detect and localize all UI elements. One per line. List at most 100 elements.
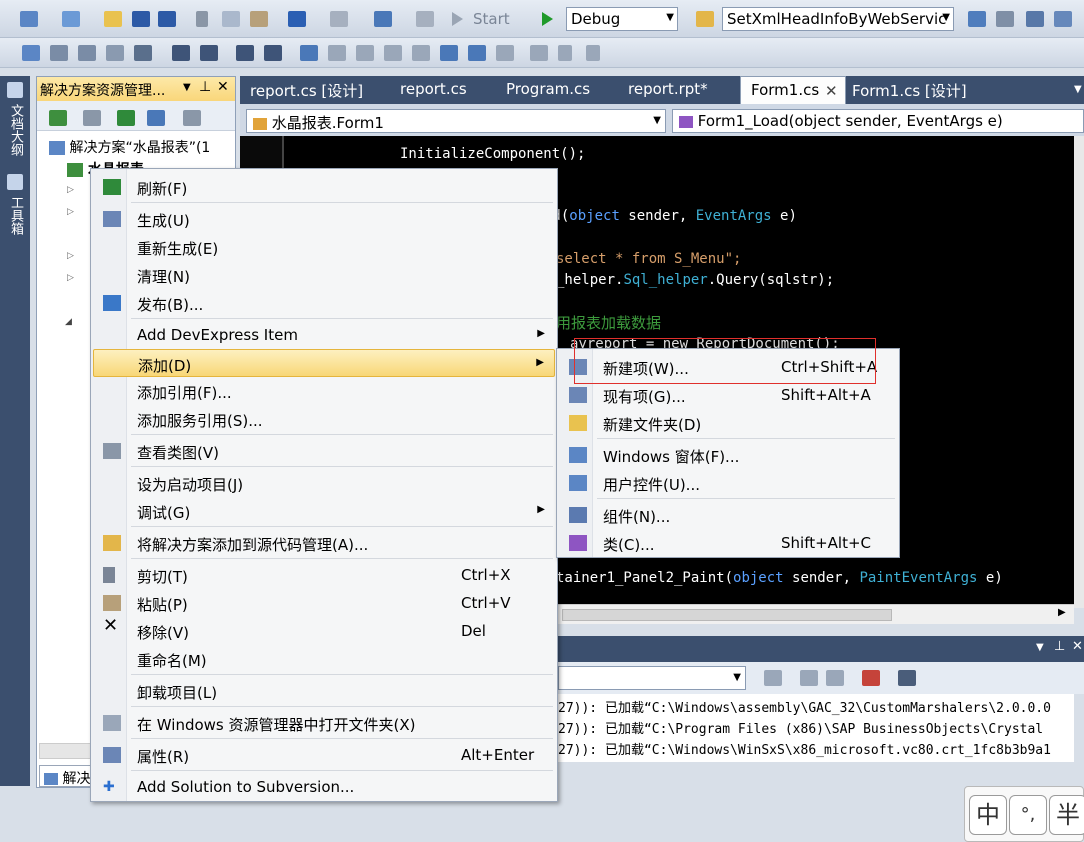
ime-width-button[interactable]: 半 — [1049, 795, 1084, 835]
ime-punctuation-button[interactable]: °, — [1009, 795, 1047, 835]
comment-icon[interactable] — [50, 45, 68, 61]
expand-arrow-icon[interactable]: ▷ — [67, 251, 74, 261]
chevron-down-icon[interactable]: ▼ — [1074, 84, 1082, 95]
tab-report-rpt[interactable]: report.rpt* — [618, 76, 718, 104]
menu-item-add-source-control[interactable]: 将解决方案添加到源代码管理(A)... — [93, 529, 555, 557]
expand-arrow-icon[interactable]: ▷ — [67, 185, 74, 195]
list-icon[interactable] — [134, 45, 152, 61]
member-combo[interactable]: Form1_Load(object sender, EventArgs e) — [672, 109, 1084, 133]
redo-icon[interactable] — [330, 11, 348, 27]
scroll-right-icon[interactable]: ▶ — [1058, 607, 1066, 618]
menu-item-add-devexpress[interactable]: Add DevExpress Item ▶ — [93, 321, 555, 349]
toolbox-icon[interactable] — [1054, 11, 1072, 27]
outdent-icon[interactable] — [200, 45, 218, 61]
chevron-down-icon[interactable]: ▼ — [1036, 642, 1044, 653]
pin-icon[interactable]: ⊥ — [199, 79, 211, 95]
menu-item-refresh[interactable]: 刷新(F) — [93, 173, 555, 201]
open-file-icon[interactable] — [104, 11, 122, 27]
menu-item-open-folder[interactable]: 在 Windows 资源管理器中打开文件夹(X) — [93, 709, 555, 737]
menu-item-add-service-reference[interactable]: 添加服务引用(S)... — [93, 405, 555, 433]
prev-file-bookmark-icon[interactable] — [440, 45, 458, 61]
document-outline-tab[interactable]: 文档大纲 — [5, 104, 25, 156]
toolbox-tab[interactable]: 工具箱 — [5, 196, 25, 235]
move-up-icon[interactable] — [586, 45, 600, 61]
vertical-scrollbar[interactable] — [1074, 136, 1084, 608]
clear-bookmarks-icon[interactable] — [496, 45, 514, 61]
configuration-select[interactable]: Debug ▼ — [566, 7, 678, 31]
menu-item-properties[interactable]: 属性(R) Alt+Enter — [93, 741, 555, 769]
class-diagram-icon[interactable] — [183, 110, 201, 126]
menu-item-clean[interactable]: 清理(N) — [93, 261, 555, 289]
navigate-forward-icon[interactable] — [416, 11, 434, 27]
output-source-select[interactable]: ▼ — [558, 666, 746, 690]
menu-item-paste[interactable]: 粘贴(P) Ctrl+V — [93, 589, 555, 617]
uncomment-icon[interactable] — [78, 45, 96, 61]
menu-item-add-to-subversion[interactable]: ✚ Add Solution to Subversion... — [93, 773, 555, 801]
find-combo[interactable]: SetXmlHeadInfoByWebServic ▼ — [722, 7, 954, 31]
class-combo[interactable]: 水晶报表.Form1 ▼ — [246, 109, 666, 133]
submenu-item-user-control[interactable]: 用户控件(U)... — [559, 469, 897, 497]
expand-arrow-icon[interactable]: ▷ — [67, 207, 74, 217]
solution-node[interactable]: 解决方案“水晶报表”(1 — [49, 137, 210, 157]
undo-icon[interactable] — [288, 11, 306, 27]
navigate-back-icon[interactable] — [374, 11, 392, 27]
find-icon[interactable] — [968, 11, 986, 27]
horizontal-scrollbar[interactable]: ▶ — [558, 604, 1074, 624]
close-icon[interactable]: ✕ — [1072, 639, 1083, 654]
menu-item-unload-project[interactable]: 卸载项目(L) — [93, 677, 555, 705]
view-code-icon[interactable] — [147, 110, 165, 126]
prev-bookmark-folder-icon[interactable] — [384, 45, 402, 61]
next-bookmark-icon[interactable] — [356, 45, 374, 61]
submenu-item-class[interactable]: 类(C)... Shift+Alt+C — [559, 529, 897, 557]
indent-icon[interactable] — [172, 45, 190, 61]
properties-icon[interactable] — [49, 110, 67, 126]
output-text[interactable]: 27)): 已加载“C:\Windows\assembly\GAC_32\Cus… — [558, 694, 1074, 762]
next-file-bookmark-icon[interactable] — [468, 45, 486, 61]
submenu-item-windows-form[interactable]: Windows 窗体(F)... — [559, 441, 897, 469]
submenu-item-component[interactable]: 组件(N)... — [559, 501, 897, 529]
object-browser-icon[interactable] — [1026, 11, 1044, 27]
pin-icon[interactable]: ⊥ — [1054, 639, 1065, 654]
start-play-icon[interactable] — [452, 12, 463, 26]
menu-item-build[interactable]: 生成(U) — [93, 205, 555, 233]
paste-icon[interactable] — [250, 11, 268, 27]
clear-all-icon[interactable] — [862, 670, 880, 686]
cut-icon[interactable] — [196, 11, 208, 27]
close-icon[interactable]: ✕ — [825, 82, 838, 100]
horizontal-scrollbar[interactable] — [39, 743, 91, 759]
solution-explorer-bottom-tab[interactable]: 解决 — [39, 765, 95, 787]
submenu-item-new-folder[interactable]: 新建文件夹(D) — [559, 409, 897, 437]
copy-icon[interactable] — [222, 11, 240, 27]
go-to-error-icon[interactable] — [764, 670, 782, 686]
align-icon[interactable] — [22, 45, 40, 61]
tab-report-cs[interactable]: report.cs — [390, 76, 477, 104]
menu-item-rebuild[interactable]: 重新生成(E) — [93, 233, 555, 261]
tab-report-design[interactable]: report.cs [设计] — [240, 76, 373, 104]
menu-item-publish[interactable]: 发布(B)... — [93, 289, 555, 317]
submenu-item-existing-item[interactable]: 现有项(G)... Shift+Alt+A — [559, 381, 897, 409]
font-icon[interactable] — [106, 45, 124, 61]
tab-form1-design[interactable]: Form1.cs [设计] — [842, 76, 977, 104]
next-message-icon[interactable] — [826, 670, 844, 686]
save-icon[interactable] — [132, 11, 150, 27]
group-icon[interactable] — [530, 45, 548, 61]
menu-item-debug[interactable]: 调试(G) ▶ — [93, 497, 555, 525]
move-down-icon[interactable] — [558, 45, 572, 61]
spacing-icon[interactable] — [264, 45, 282, 61]
collapse-arrow-icon[interactable]: ◢ — [65, 317, 72, 327]
menu-item-add[interactable]: 添加(D) ▶ — [93, 349, 555, 377]
start-label[interactable]: Start — [473, 10, 510, 28]
properties-window-icon[interactable] — [996, 11, 1014, 27]
run-icon[interactable] — [542, 12, 553, 26]
word-wrap-icon[interactable] — [898, 670, 916, 686]
menu-item-add-reference[interactable]: 添加引用(F)... — [93, 377, 555, 405]
new-project-icon[interactable] — [20, 11, 38, 27]
menu-item-rename[interactable]: 重命名(M) — [93, 645, 555, 673]
next-bookmark-folder-icon[interactable] — [412, 45, 430, 61]
scroll-thumb[interactable] — [562, 609, 892, 621]
ime-mode-button[interactable]: 中 — [969, 795, 1007, 835]
chevron-down-icon[interactable]: ▼ — [183, 82, 191, 93]
menu-item-view-class-diagram[interactable]: 查看类图(V) — [93, 437, 555, 465]
expand-arrow-icon[interactable]: ▷ — [67, 273, 74, 283]
prev-bookmark-icon[interactable] — [328, 45, 346, 61]
